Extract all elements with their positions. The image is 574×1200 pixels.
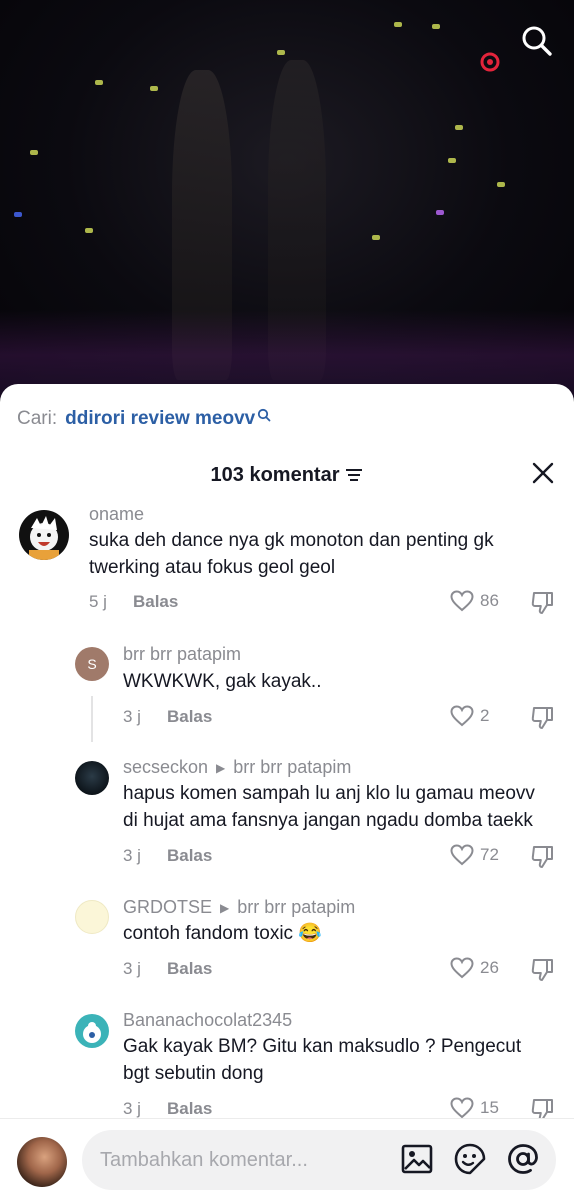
comment-text: contoh fandom toxic 😂 (123, 923, 322, 944)
comments-header: 103 komentar (0, 460, 574, 490)
comment-text: suka deh dance nya gk monoton dan pentin… (89, 530, 494, 578)
avatar[interactable] (19, 510, 69, 560)
dislike-icon[interactable] (530, 590, 556, 616)
avatar[interactable] (75, 1014, 109, 1048)
reply-button[interactable]: Balas (167, 846, 212, 866)
comment-text: Gak kayak BM? Gitu kan maksudlo ? Pengec… (123, 1036, 522, 1084)
comment-meta: 3 j Balas (123, 707, 212, 727)
reply-item: Bananachocolat2345 Gak kayak BM? Gitu ka… (0, 1008, 574, 1123)
avatar[interactable] (17, 1137, 67, 1187)
comment-item: oname suka deh dance nya gk monoton dan … (0, 502, 574, 622)
sort-icon[interactable] (345, 467, 363, 483)
dislike-icon[interactable] (530, 957, 556, 983)
like-count: 86 (480, 591, 499, 610)
close-icon[interactable] (532, 462, 554, 484)
heart-icon (450, 1097, 474, 1119)
reply-arrow-icon: ▶ (216, 760, 226, 775)
heart-icon (450, 705, 474, 727)
related-search-prefix: Cari: (17, 408, 58, 429)
comment-text: WKWKWK, gak kayak.. (123, 671, 322, 692)
search-icon[interactable] (520, 24, 554, 58)
like-count: 72 (480, 845, 499, 864)
comment-meta: 3 j Balas (123, 959, 212, 979)
image-icon[interactable] (400, 1142, 434, 1176)
mention-icon[interactable] (506, 1142, 540, 1176)
like-count: 15 (480, 1098, 499, 1117)
like-button[interactable]: 26 (450, 957, 499, 979)
comment-time: 3 j (123, 959, 141, 978)
like-count: 2 (480, 706, 490, 725)
reply-item: S brr brr patapim WKWKWK, gak kayak.. 3 … (0, 642, 574, 747)
like-button[interactable]: 72 (450, 844, 499, 866)
comment-time: 3 j (123, 846, 141, 865)
emoji-icon[interactable] (453, 1142, 487, 1176)
comment-username[interactable]: secseckon ▶ brr brr patapim (123, 757, 351, 778)
reply-item: GRDOTSE ▶ brr brr patapim contoh fandom … (0, 895, 574, 995)
magnifier-small-icon (258, 408, 271, 422)
reply-to-username[interactable]: brr brr patapim (237, 897, 355, 918)
thread-line (91, 696, 93, 742)
dislike-icon[interactable] (530, 705, 556, 731)
reply-item: secseckon ▶ brr brr patapim hapus komen … (0, 755, 574, 880)
comments-count-title: 103 komentar (210, 463, 340, 486)
reply-to-username[interactable]: brr brr patapim (233, 757, 351, 778)
heart-icon (450, 957, 474, 979)
reply-arrow-icon: ▶ (220, 900, 230, 915)
like-button[interactable]: 86 (450, 590, 499, 612)
record-icon (480, 52, 500, 72)
comment-meta: 3 j Balas (123, 1099, 212, 1119)
heart-icon (450, 590, 474, 612)
avatar[interactable]: S (75, 647, 109, 681)
avatar[interactable] (75, 900, 109, 934)
dislike-icon[interactable] (530, 844, 556, 870)
reply-button[interactable]: Balas (167, 959, 212, 979)
heart-icon (450, 844, 474, 866)
related-search[interactable]: Cari: ddirori review meovv (17, 408, 271, 430)
comment-username[interactable]: Bananachocolat2345 (123, 1010, 292, 1031)
reply-button[interactable]: Balas (167, 707, 212, 727)
reply-button[interactable]: Balas (133, 592, 178, 612)
like-button[interactable]: 15 (450, 1097, 499, 1119)
comment-username[interactable]: brr brr patapim (123, 644, 241, 665)
comment-time: 3 j (123, 1099, 141, 1118)
video-player[interactable] (0, 0, 574, 400)
comment-text: hapus komen sampah lu anj klo lu gamau m… (123, 783, 535, 831)
comment-input-bar: Tambahkan komentar... (0, 1118, 574, 1200)
comment-input-placeholder: Tambahkan komentar... (100, 1148, 308, 1171)
comment-time: 5 j (89, 592, 107, 611)
comment-time: 3 j (123, 707, 141, 726)
comments-sheet: Cari: ddirori review meovv 103 komentar (0, 384, 574, 1200)
reply-button[interactable]: Balas (167, 1099, 212, 1119)
like-count: 26 (480, 958, 499, 977)
like-button[interactable]: 2 (450, 705, 489, 727)
related-search-query[interactable]: ddirori review meovv (65, 408, 255, 430)
comment-meta: 5 j Balas (89, 592, 178, 612)
avatar[interactable] (75, 761, 109, 795)
comment-meta: 3 j Balas (123, 846, 212, 866)
comment-username[interactable]: oname (89, 504, 144, 525)
comment-username[interactable]: GRDOTSE ▶ brr brr patapim (123, 897, 355, 918)
